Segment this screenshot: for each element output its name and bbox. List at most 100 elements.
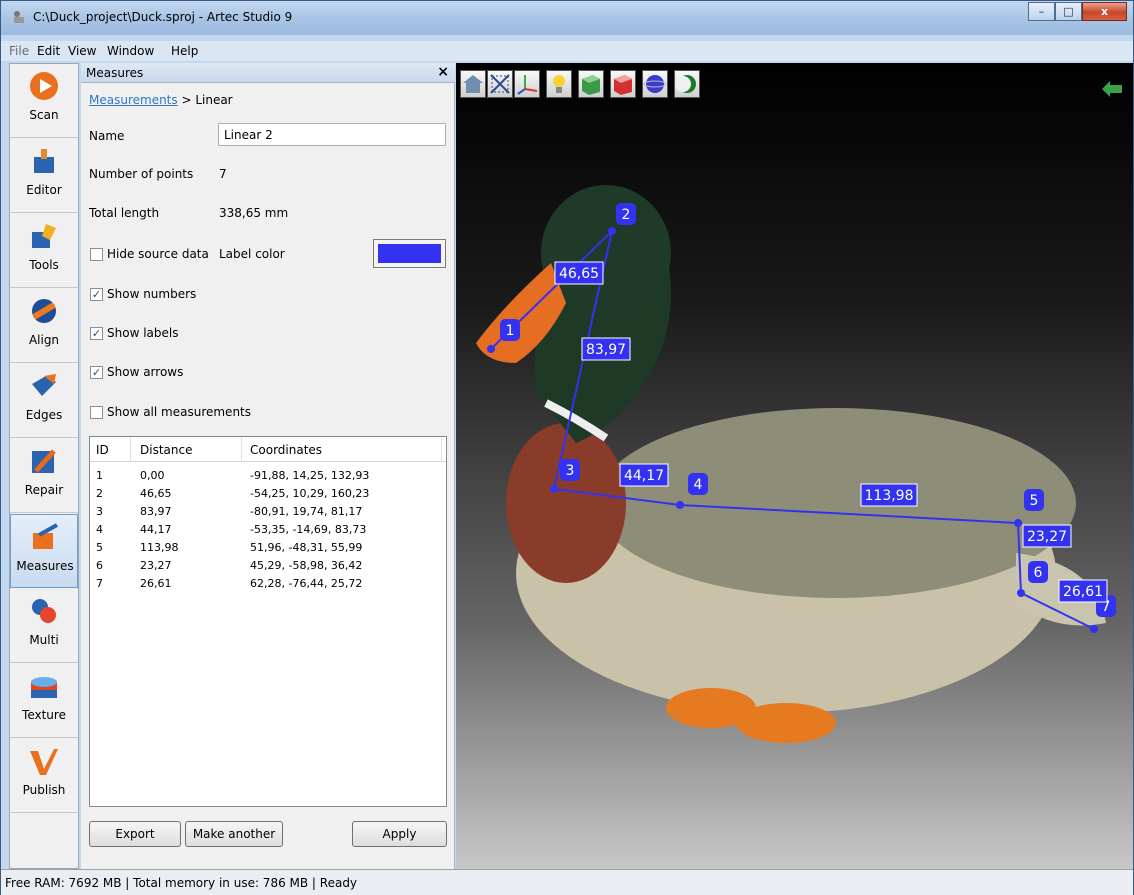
- name-field[interactable]: [218, 123, 446, 146]
- tool-sidebar: Scan Editor Tools Align Edges Repair Mea…: [9, 63, 79, 869]
- show-numbers-checkbox[interactable]: ✓: [90, 287, 103, 301]
- export-button[interactable]: Export: [89, 821, 181, 847]
- svg-text:44,17: 44,17: [624, 468, 664, 484]
- hide-source-checkbox[interactable]: [90, 247, 103, 261]
- label-color-swatch: [378, 244, 441, 263]
- 3d-viewport[interactable]: 1 2 3 4 5 6 7 46,65 83,97 44,17 113,98 23,27 26,61: [456, 63, 1133, 869]
- align-icon: [32, 299, 56, 323]
- show-all-checkbox-row[interactable]: Show all measurements: [90, 405, 251, 419]
- table-row[interactable]: 6 23,27 45,29, -58,98, 36,42: [90, 557, 446, 575]
- point-number-label: 5: [1024, 489, 1044, 511]
- show-labels-label: Show labels: [107, 326, 179, 340]
- measure-point[interactable]: [608, 227, 616, 235]
- measure-point[interactable]: [1017, 589, 1025, 597]
- hide-source-checkbox-row[interactable]: Hide source data: [90, 247, 209, 261]
- sidebar-item-measures[interactable]: Measures: [10, 514, 78, 588]
- show-all-checkbox[interactable]: [90, 405, 103, 419]
- points-value: 7: [219, 167, 227, 181]
- table-row[interactable]: 4 44,17 -53,35, -14,69, 83,73: [90, 521, 446, 539]
- hide-source-label: Hide source data: [107, 247, 209, 261]
- distance-label: 113,98: [860, 483, 918, 507]
- status-bar: Free RAM: 7692 MB | Total memory in use:…: [1, 869, 1133, 895]
- sidebar-item-edges[interactable]: Edges: [10, 364, 78, 438]
- table-header: ID Distance Coordinates: [90, 437, 446, 462]
- length-value: 338,65 mm: [219, 206, 289, 220]
- label-color-button[interactable]: [373, 239, 446, 268]
- distance-label: 44,17: [619, 463, 669, 487]
- show-numbers-checkbox-row[interactable]: ✓ Show numbers: [90, 287, 196, 301]
- point-number-label: 1: [500, 319, 520, 341]
- column-header-id[interactable]: ID: [96, 443, 109, 457]
- sidebar-item-publish[interactable]: Publish: [10, 739, 78, 813]
- sidebar-item-tools[interactable]: Tools: [10, 214, 78, 288]
- table-row[interactable]: 3 83,97 -80,91, 19,74, 81,17: [90, 503, 446, 521]
- menu-help[interactable]: Help: [171, 44, 198, 58]
- sidebar-item-texture[interactable]: Texture: [10, 664, 78, 738]
- sidebar-item-label: Align: [28, 333, 60, 347]
- table-row[interactable]: 1 0,00 -91,88, 14,25, 132,93: [90, 467, 446, 485]
- table-row[interactable]: 7 26,61 62,28, -76,44, 25,72: [90, 575, 446, 593]
- column-header-coordinates[interactable]: Coordinates: [250, 443, 322, 457]
- points-table[interactable]: ID Distance Coordinates 1 0,00 -91,88, 14,…: [89, 436, 447, 807]
- title-bar[interactable]: C:\Duck_project\Duck.sproj - Artec Studi…: [1, 1, 1133, 35]
- duck-breast: [506, 423, 626, 583]
- close-window-button[interactable]: x: [1082, 2, 1127, 21]
- panel-close-icon[interactable]: ×: [437, 64, 449, 80]
- measure-point[interactable]: [1014, 519, 1022, 527]
- edges-icon: [32, 374, 56, 396]
- editor-icon: [34, 149, 54, 173]
- measure-point[interactable]: [676, 501, 684, 509]
- svg-text:2: 2: [622, 207, 631, 223]
- sidebar-item-label: Texture: [22, 708, 66, 722]
- make-another-button[interactable]: Make another: [185, 821, 283, 847]
- repair-icon: [32, 449, 56, 473]
- menu-view[interactable]: View: [68, 44, 96, 58]
- distance-label: 83,97: [581, 337, 631, 361]
- sidebar-item-multi[interactable]: Multi: [10, 589, 78, 663]
- breadcrumb-current: > Linear: [177, 93, 233, 107]
- maximize-button[interactable]: □: [1055, 2, 1082, 21]
- show-labels-checkbox[interactable]: ✓: [90, 326, 103, 340]
- scan-icon: [30, 72, 58, 100]
- measure-point[interactable]: [550, 485, 558, 493]
- measures-panel: Measures × Measurements > Linear Name Nu…: [81, 63, 455, 869]
- menu-file[interactable]: File: [9, 44, 29, 58]
- menu-edit[interactable]: Edit: [37, 44, 60, 58]
- texture-icon: [31, 677, 57, 698]
- measure-point[interactable]: [487, 345, 495, 353]
- svg-text:3: 3: [566, 463, 575, 479]
- apply-button[interactable]: Apply: [352, 821, 447, 847]
- svg-text:23,27: 23,27: [1027, 529, 1067, 545]
- label-color-label: Label color: [219, 247, 285, 261]
- show-arrows-checkbox[interactable]: ✓: [90, 365, 103, 379]
- sidebar-item-editor[interactable]: Editor: [10, 139, 78, 213]
- svg-text:46,65: 46,65: [559, 266, 599, 282]
- measures-icon: [33, 523, 58, 549]
- svg-text:6: 6: [1034, 565, 1043, 581]
- minimize-button[interactable]: –: [1028, 2, 1055, 21]
- sidebar-item-label: Editor: [26, 183, 62, 197]
- show-labels-checkbox-row[interactable]: ✓ Show labels: [90, 326, 178, 340]
- duck-model-scene: 123456746,6583,9744,17113,9823,2726,61: [476, 185, 1116, 743]
- status-text: Free RAM: 7692 MB | Total memory in use:…: [5, 876, 358, 890]
- table-row[interactable]: 5 113,98 51,96, -48,31, 55,99: [90, 539, 446, 557]
- distance-label: 46,65: [554, 261, 604, 285]
- breadcrumb-link-measurements[interactable]: Measurements: [89, 93, 178, 107]
- column-header-distance[interactable]: Distance: [140, 443, 192, 457]
- sidebar-item-repair[interactable]: Repair: [10, 439, 78, 513]
- points-label: Number of points: [89, 167, 194, 181]
- duck-foot: [736, 703, 836, 743]
- measure-point[interactable]: [1090, 625, 1098, 633]
- table-row[interactable]: 2 46,65 -54,25, 10,29, 160,23: [90, 485, 446, 503]
- show-arrows-checkbox-row[interactable]: ✓ Show arrows: [90, 365, 183, 379]
- length-label: Total length: [89, 206, 160, 220]
- sidebar-item-align[interactable]: Align: [10, 289, 78, 363]
- menu-window[interactable]: Window: [107, 44, 154, 58]
- svg-text:1: 1: [506, 323, 515, 339]
- point-number-label: 4: [688, 473, 708, 495]
- app-logo-icon: [14, 11, 24, 23]
- sidebar-item-scan[interactable]: Scan: [10, 64, 78, 138]
- panel-title: Measures: [86, 66, 144, 80]
- svg-text:83,97: 83,97: [586, 342, 626, 358]
- sidebar-item-label: Publish: [22, 783, 66, 797]
